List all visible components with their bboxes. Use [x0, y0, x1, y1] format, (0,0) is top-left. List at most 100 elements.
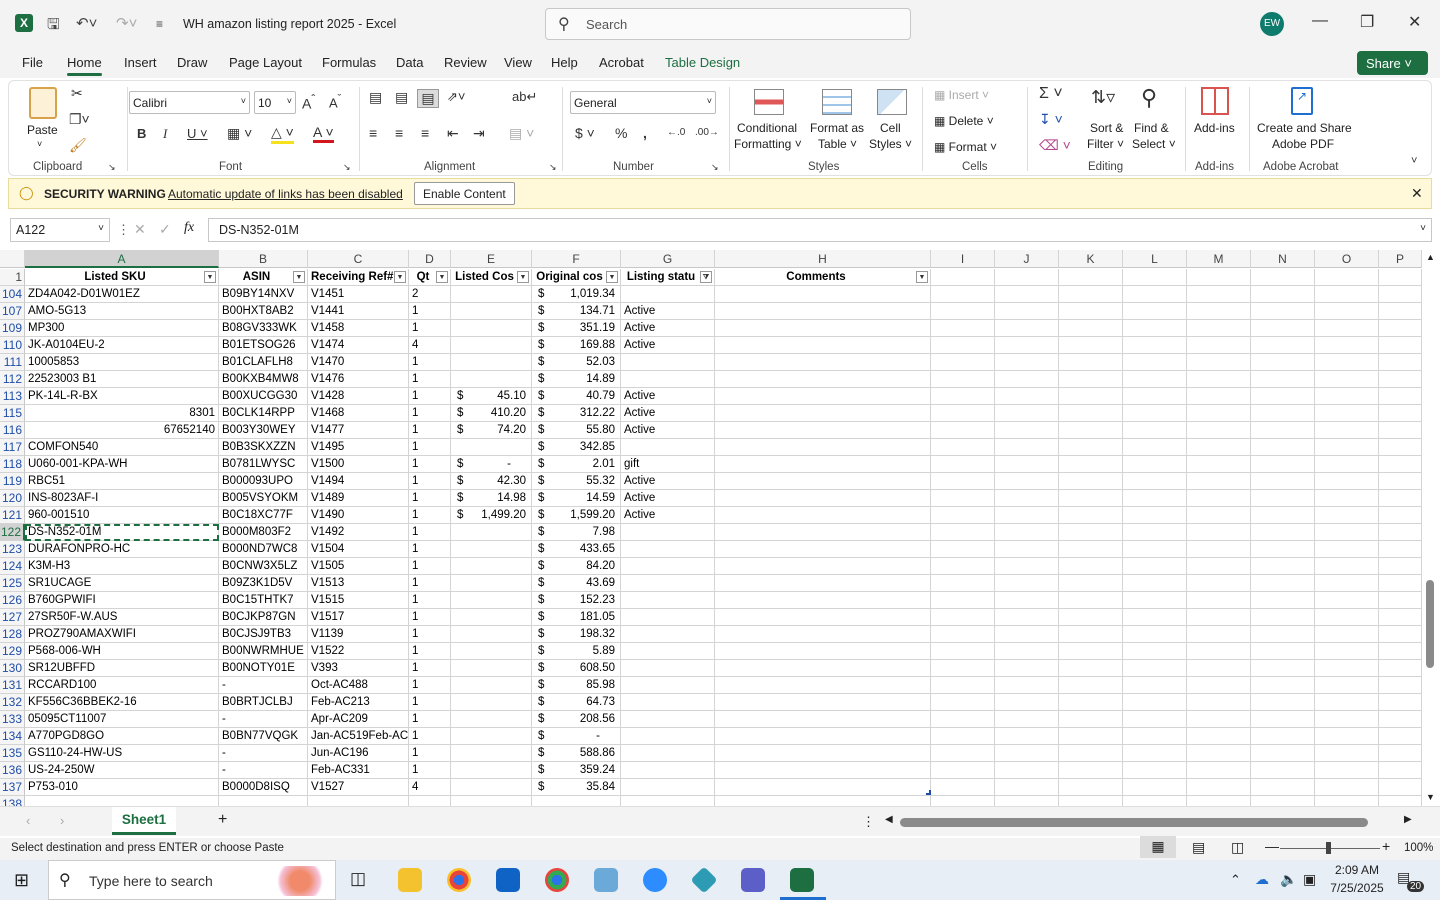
empty-cell[interactable] — [995, 524, 1059, 541]
empty-cell[interactable] — [1059, 762, 1123, 779]
empty-cell[interactable] — [1187, 456, 1251, 473]
table-cell[interactable] — [451, 694, 532, 711]
table-cell[interactable] — [451, 286, 532, 303]
empty-cell[interactable] — [1187, 286, 1251, 303]
file-explorer-icon[interactable] — [398, 868, 422, 892]
table-cell[interactable] — [621, 626, 715, 643]
row-header[interactable]: 120 — [0, 490, 25, 507]
table-cell[interactable] — [621, 779, 715, 796]
row-header[interactable]: 125 — [0, 575, 25, 592]
table-header-cell[interactable]: Comments ▼ — [715, 269, 931, 286]
table-cell[interactable] — [621, 524, 715, 541]
zoom-in-icon[interactable]: + — [1382, 838, 1390, 854]
empty-cell[interactable] — [1059, 643, 1123, 660]
table-cell[interactable]: B000ND7WC8 — [219, 541, 308, 558]
row-header[interactable]: 121 — [0, 507, 25, 524]
table-cell[interactable]: V1513 — [308, 575, 409, 592]
align-bottom-icon[interactable]: ▤ — [417, 89, 439, 108]
empty-cell[interactable] — [1059, 779, 1123, 796]
tab-table-design[interactable]: Table Design — [665, 55, 740, 70]
empty-cell[interactable] — [1379, 660, 1422, 677]
table-cell[interactable]: V1489 — [308, 490, 409, 507]
empty-cell[interactable] — [995, 660, 1059, 677]
show-hidden-icons[interactable]: ⌃ — [1230, 872, 1241, 888]
empty-cell[interactable] — [931, 371, 995, 388]
table-cell[interactable]: V1468 — [308, 405, 409, 422]
align-top-icon[interactable]: ▤ — [369, 89, 382, 106]
table-cell[interactable] — [715, 609, 931, 626]
table-cell[interactable] — [715, 558, 931, 575]
empty-cell[interactable] — [1315, 694, 1379, 711]
table-cell[interactable] — [715, 796, 931, 806]
table-cell[interactable] — [621, 439, 715, 456]
table-cell[interactable]: $181.05 — [532, 609, 621, 626]
empty-cell[interactable] — [995, 762, 1059, 779]
empty-cell[interactable] — [1251, 626, 1315, 643]
column-header-P[interactable]: P — [1379, 250, 1422, 268]
table-cell[interactable]: Jun-AC196 — [308, 745, 409, 762]
vertical-scroll-thumb[interactable] — [1426, 580, 1434, 668]
empty-cell[interactable] — [995, 422, 1059, 439]
empty-cell[interactable] — [931, 439, 995, 456]
empty-cell[interactable] — [1123, 320, 1187, 337]
table-cell[interactable]: B0C15THTK7 — [219, 592, 308, 609]
table-cell[interactable] — [715, 524, 931, 541]
row-header[interactable]: 136 — [0, 762, 25, 779]
empty-cell[interactable] — [1315, 541, 1379, 558]
table-cell[interactable]: $74.20 — [451, 422, 532, 439]
empty-cell[interactable] — [1123, 490, 1187, 507]
empty-cell[interactable] — [1187, 337, 1251, 354]
empty-cell[interactable] — [1123, 303, 1187, 320]
empty-cell[interactable] — [1379, 507, 1422, 524]
table-cell[interactable]: 1 — [409, 388, 451, 405]
table-cell[interactable]: Active — [621, 507, 715, 524]
table-cell[interactable]: Feb-AC331 — [308, 762, 409, 779]
column-header-G[interactable]: G — [621, 250, 715, 268]
row-header[interactable]: 131 — [0, 677, 25, 694]
table-cell[interactable]: 05095CT11007 — [25, 711, 219, 728]
table-cell[interactable]: PROZ790AMAXWIFI — [25, 626, 219, 643]
table-cell[interactable]: INS-8023AF-I — [25, 490, 219, 507]
empty-cell[interactable] — [1123, 371, 1187, 388]
empty-cell[interactable] — [931, 320, 995, 337]
table-cell[interactable] — [451, 320, 532, 337]
table-cell[interactable]: - — [219, 745, 308, 762]
empty-cell[interactable] — [931, 422, 995, 439]
empty-cell[interactable] — [1379, 558, 1422, 575]
table-cell[interactable]: AMO-5G13 — [25, 303, 219, 320]
table-cell[interactable]: V1494 — [308, 473, 409, 490]
filter-dropdown-icon[interactable]: ▼ — [394, 271, 406, 283]
adobe-pdf-label[interactable]: Adobe PDF — [1272, 137, 1334, 151]
empty-cell[interactable] — [1059, 388, 1123, 405]
empty-cell[interactable] — [1251, 660, 1315, 677]
empty-cell[interactable] — [1187, 745, 1251, 762]
table-cell[interactable] — [621, 575, 715, 592]
filter-dropdown-icon[interactable]: ▼ — [436, 271, 448, 283]
empty-cell[interactable] — [1059, 541, 1123, 558]
more-options-icon[interactable]: ⋮ — [117, 222, 130, 238]
empty-cell[interactable] — [1315, 337, 1379, 354]
table-cell[interactable]: SR1UCAGE — [25, 575, 219, 592]
empty-cell[interactable] — [1187, 779, 1251, 796]
taskbar-search-box[interactable]: ⚲ Type here to search — [48, 860, 336, 900]
share-button[interactable]: Share ˅ — [1357, 51, 1428, 75]
table-cell[interactable] — [621, 711, 715, 728]
table-cell[interactable] — [621, 728, 715, 745]
table-cell[interactable]: V1474 — [308, 337, 409, 354]
empty-cell[interactable] — [1379, 320, 1422, 337]
currency-icon[interactable]: $ ˅ — [575, 125, 595, 141]
table-cell[interactable]: B0BRTJCLBJ — [219, 694, 308, 711]
row-header[interactable]: 130 — [0, 660, 25, 677]
clock-date[interactable]: 7/25/2025 — [1327, 881, 1387, 895]
name-box[interactable]: A122 ˅ — [10, 218, 110, 242]
empty-cell[interactable] — [1123, 609, 1187, 626]
table-cell[interactable] — [715, 405, 931, 422]
clipboard-launcher-icon[interactable]: ↘ — [108, 162, 116, 173]
table-cell[interactable]: 1 — [409, 592, 451, 609]
table-cell[interactable]: US-24-250W — [25, 762, 219, 779]
table-cell[interactable]: V1522 — [308, 643, 409, 660]
empty-cell[interactable] — [931, 269, 995, 286]
table-cell[interactable]: $45.10 — [451, 388, 532, 405]
empty-cell[interactable] — [1059, 269, 1123, 286]
table-cell[interactable]: JK-A0104EU-2 — [25, 337, 219, 354]
